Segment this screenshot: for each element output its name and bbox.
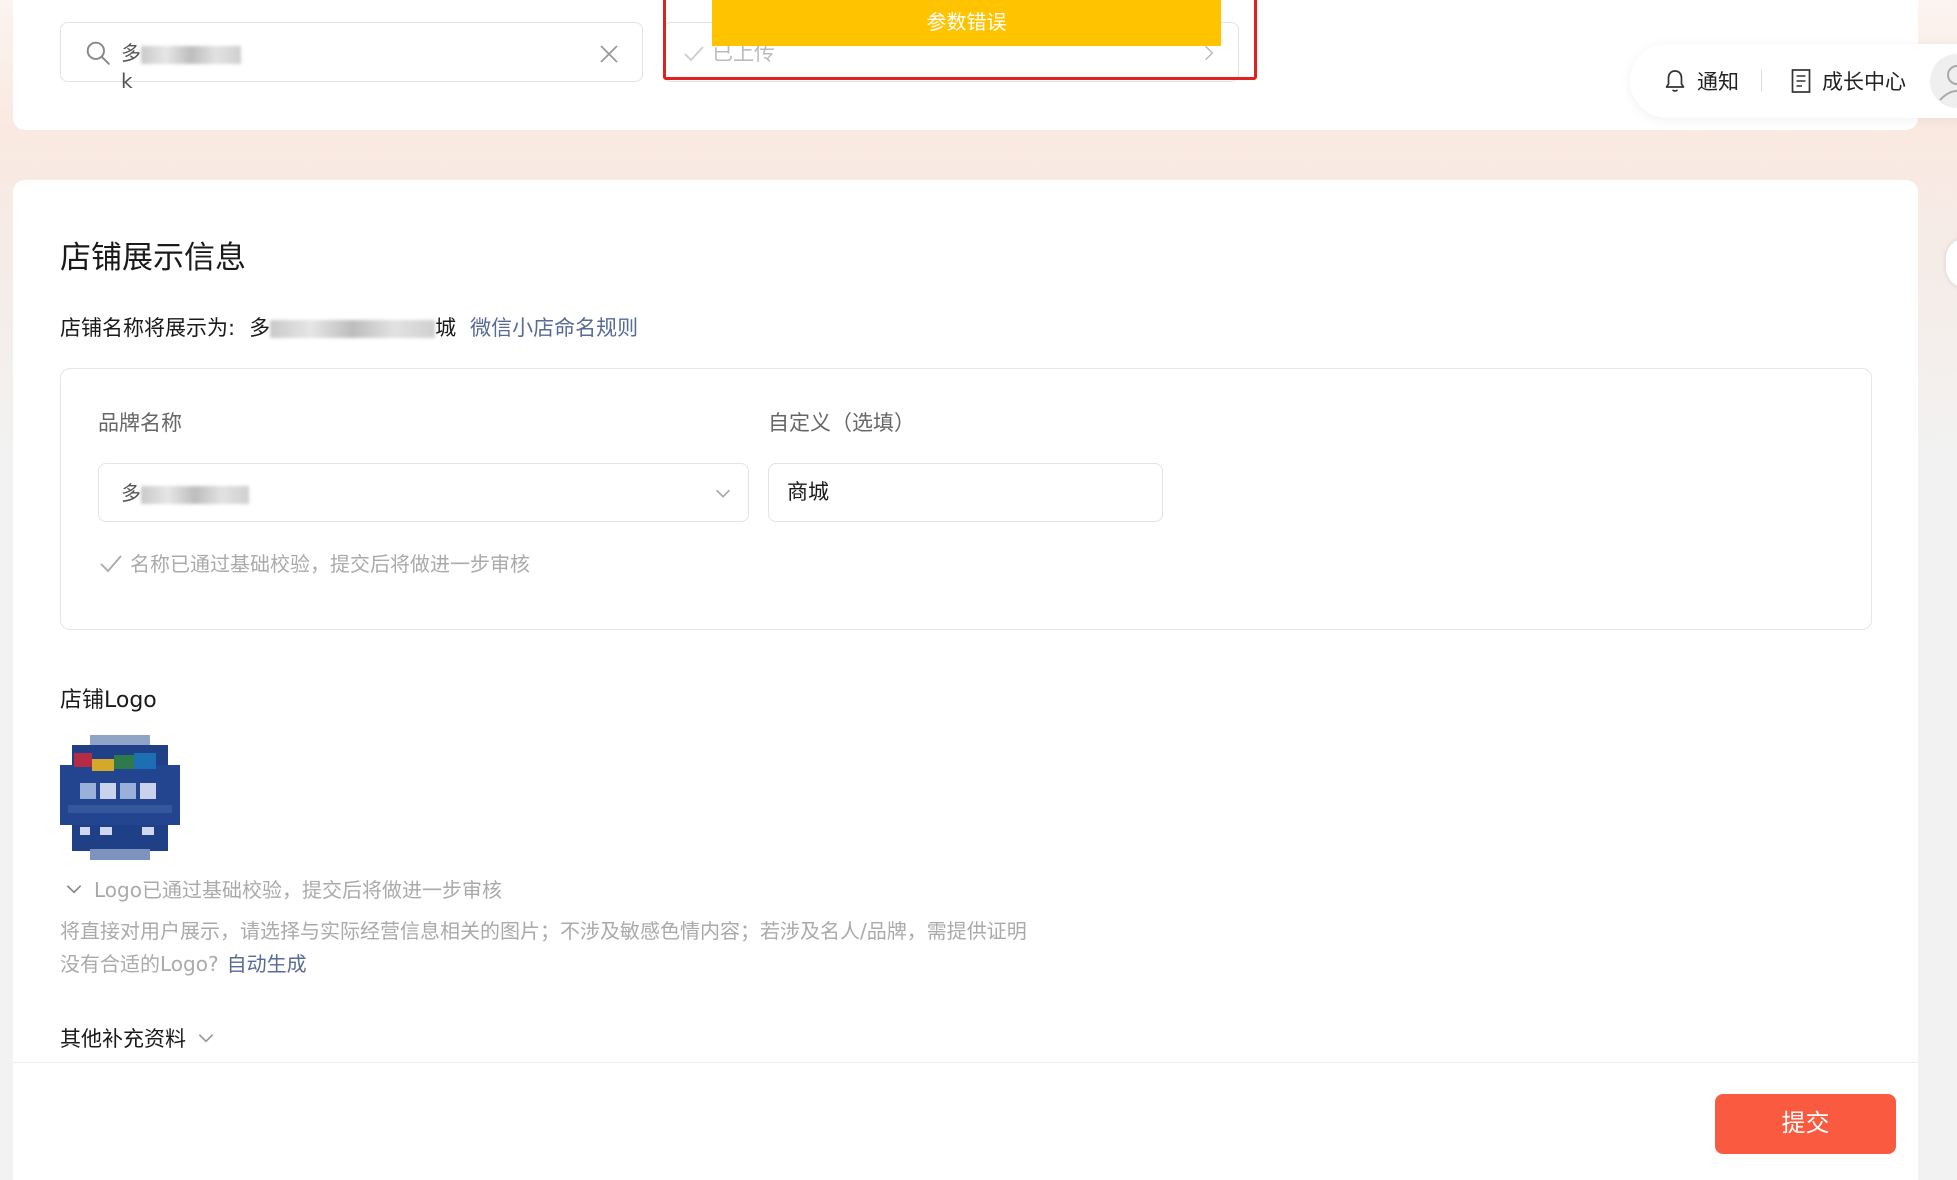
submit-button[interactable]: 提交 xyxy=(1715,1094,1896,1154)
check-icon xyxy=(100,554,122,572)
auto-generate-link[interactable]: 自动生成 xyxy=(227,948,307,977)
redacted-text xyxy=(270,320,436,338)
search-value-prefix: 多 xyxy=(121,41,141,65)
logo-validation-hint: Logo已通过基础校验，提交后将做进一步审核 xyxy=(64,874,502,903)
logo-usage-note: 将直接对用户展示，请选择与实际经营信息相关的图片；不涉及敏感色情内容；若涉及名人… xyxy=(60,919,1027,943)
document-icon xyxy=(1791,69,1811,93)
more-info-toggle[interactable]: 其他补充资料 xyxy=(60,1023,216,1053)
bell-icon xyxy=(1665,70,1685,92)
name-hint-text: 名称已通过基础校验，提交后将做进一步审核 xyxy=(130,552,530,576)
custom-name-input[interactable]: 商城 xyxy=(768,463,1163,522)
brand-name-value: 多 xyxy=(121,479,249,507)
logo-hint-text: Logo已通过基础校验，提交后将做进一步审核 xyxy=(94,878,502,902)
shop-name-suffix: 城 xyxy=(435,316,457,340)
name-validation-hint: 名称已通过基础校验，提交后将做进一步审核 xyxy=(98,548,530,577)
naming-rules-link[interactable]: 微信小店命名规则 xyxy=(470,312,638,342)
chevron-down-icon xyxy=(66,884,82,894)
footer-divider xyxy=(13,1062,1918,1063)
shop-logo-image[interactable] xyxy=(60,735,180,860)
redacted-text xyxy=(141,485,249,504)
no-logo-text: 没有合适的Logo? xyxy=(60,952,219,976)
notify-button[interactable]: 通知 xyxy=(1663,63,1739,99)
side-float-button[interactable] xyxy=(1946,238,1957,288)
chevron-down-icon xyxy=(198,1034,214,1043)
page-title: 店铺展示信息 xyxy=(60,240,246,276)
more-info-label: 其他补充资料 xyxy=(60,1027,186,1051)
search-value: 多k xyxy=(121,39,251,93)
close-icon[interactable] xyxy=(597,42,621,66)
logo-section-title: 店铺Logo xyxy=(60,688,157,713)
search-input[interactable]: 多k xyxy=(60,22,643,93)
shop-name-label: 店铺名称将展示为: xyxy=(60,316,236,340)
chevron-down-icon xyxy=(715,489,731,498)
custom-name-label: 自定义（选填） xyxy=(768,411,915,435)
divider xyxy=(1761,70,1762,92)
logo-auto-generate-row: 没有合适的Logo? 自动生成 xyxy=(60,948,307,977)
redacted-text xyxy=(141,45,241,64)
brand-name-label: 品牌名称 xyxy=(98,411,182,435)
shop-name-row: 店铺名称将展示为: 多城 微信小店命名规则 xyxy=(60,312,638,342)
shop-name-prefix: 多 xyxy=(249,316,271,340)
search-value-suffix: k xyxy=(121,69,133,93)
growth-center-button[interactable]: 成长中心 xyxy=(1790,63,1906,99)
shop-name-value: 多城 xyxy=(249,312,456,342)
search-icon xyxy=(86,41,110,65)
growth-center-label: 成长中心 xyxy=(1822,70,1906,94)
brand-name-select[interactable]: 多 xyxy=(98,463,749,522)
notify-label: 通知 xyxy=(1697,70,1739,94)
error-toast: 参数错误 xyxy=(712,0,1221,46)
brand-value-prefix: 多 xyxy=(121,481,141,505)
